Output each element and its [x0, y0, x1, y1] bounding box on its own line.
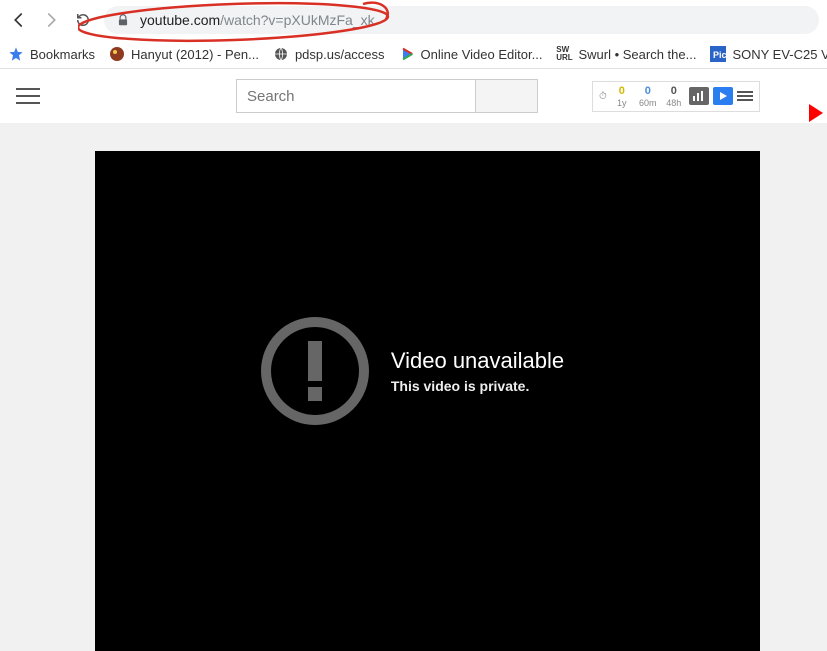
- url-bar[interactable]: youtube.com/watch?v=pXUkMzFa_xk: [104, 6, 819, 34]
- stat-top-0: 0: [619, 85, 625, 97]
- video-error-subtitle: This video is private.: [391, 378, 564, 394]
- stat-bot-1: 60m: [639, 98, 657, 108]
- stat-top-1: 0: [645, 85, 651, 97]
- bars-icon[interactable]: [689, 87, 709, 105]
- stats-box[interactable]: ⏱ 0 1y 0 60m 0 48h: [592, 81, 760, 112]
- bookmark-label-0: Hanyut (2012) - Pen...: [131, 47, 259, 62]
- bookmark-item-2[interactable]: Online Video Editor...: [399, 46, 543, 62]
- hamburger-menu[interactable]: [14, 85, 42, 107]
- stat-bot-2: 48h: [666, 98, 681, 108]
- forward-button[interactable]: [40, 9, 62, 31]
- video-error-title: Video unavailable: [391, 348, 564, 374]
- globe-icon: [273, 46, 289, 62]
- partial-logo-icon: [809, 104, 823, 122]
- url-text: youtube.com/watch?v=pXUkMzFa_xk: [140, 12, 375, 28]
- stat-col-0: 0 1y: [611, 85, 633, 108]
- browser-toolbar: youtube.com/watch?v=pXUkMzFa_xk: [0, 0, 827, 40]
- exclamation-icon: [261, 317, 369, 425]
- content-area: Video unavailable This video is private.: [0, 123, 827, 651]
- video-player: Video unavailable This video is private.: [95, 151, 760, 651]
- bookmark-label-4: SONY EV-C25 VIDE...: [732, 47, 827, 62]
- favicon-0: [109, 46, 125, 62]
- star-icon: [8, 46, 24, 62]
- svg-text:Pic: Pic: [713, 50, 726, 60]
- back-button[interactable]: [8, 9, 30, 31]
- stat-bot-0: 1y: [617, 98, 627, 108]
- stat-col-1: 0 60m: [637, 85, 659, 108]
- bookmarks-toggle[interactable]: Bookmarks: [8, 46, 95, 62]
- list-icon[interactable]: [737, 91, 753, 101]
- bookmark-item-0[interactable]: Hanyut (2012) - Pen...: [109, 46, 259, 62]
- search-button[interactable]: [476, 79, 538, 113]
- search-input[interactable]: [236, 79, 476, 113]
- video-message: Video unavailable This video is private.: [261, 317, 564, 425]
- stat-col-2: 0 48h: [663, 85, 685, 108]
- reload-button[interactable]: [72, 9, 94, 31]
- lock-icon: [116, 13, 130, 27]
- bookmark-label-1: pdsp.us/access: [295, 47, 385, 62]
- bookmark-item-3[interactable]: SWURL Swurl • Search the...: [556, 46, 696, 62]
- bookmark-item-4[interactable]: Pic SONY EV-C25 VIDE...: [710, 46, 827, 62]
- bookmark-label-2: Online Video Editor...: [421, 47, 543, 62]
- bookmark-label-3: Swurl • Search the...: [578, 47, 696, 62]
- clock-icon: ⏱: [599, 91, 607, 102]
- bookmarks-bar: Bookmarks Hanyut (2012) - Pen... pdsp.us…: [0, 40, 827, 69]
- favicon-3: SWURL: [556, 46, 572, 62]
- favicon-4: Pic: [710, 46, 726, 62]
- bookmarks-label: Bookmarks: [30, 47, 95, 62]
- play-tile-icon[interactable]: [713, 87, 733, 105]
- bookmark-item-1[interactable]: pdsp.us/access: [273, 46, 385, 62]
- site-header: ⏱ 0 1y 0 60m 0 48h: [0, 69, 827, 123]
- stat-top-2: 0: [671, 85, 677, 97]
- search-wrap: [236, 79, 538, 113]
- play-icon: [399, 46, 415, 62]
